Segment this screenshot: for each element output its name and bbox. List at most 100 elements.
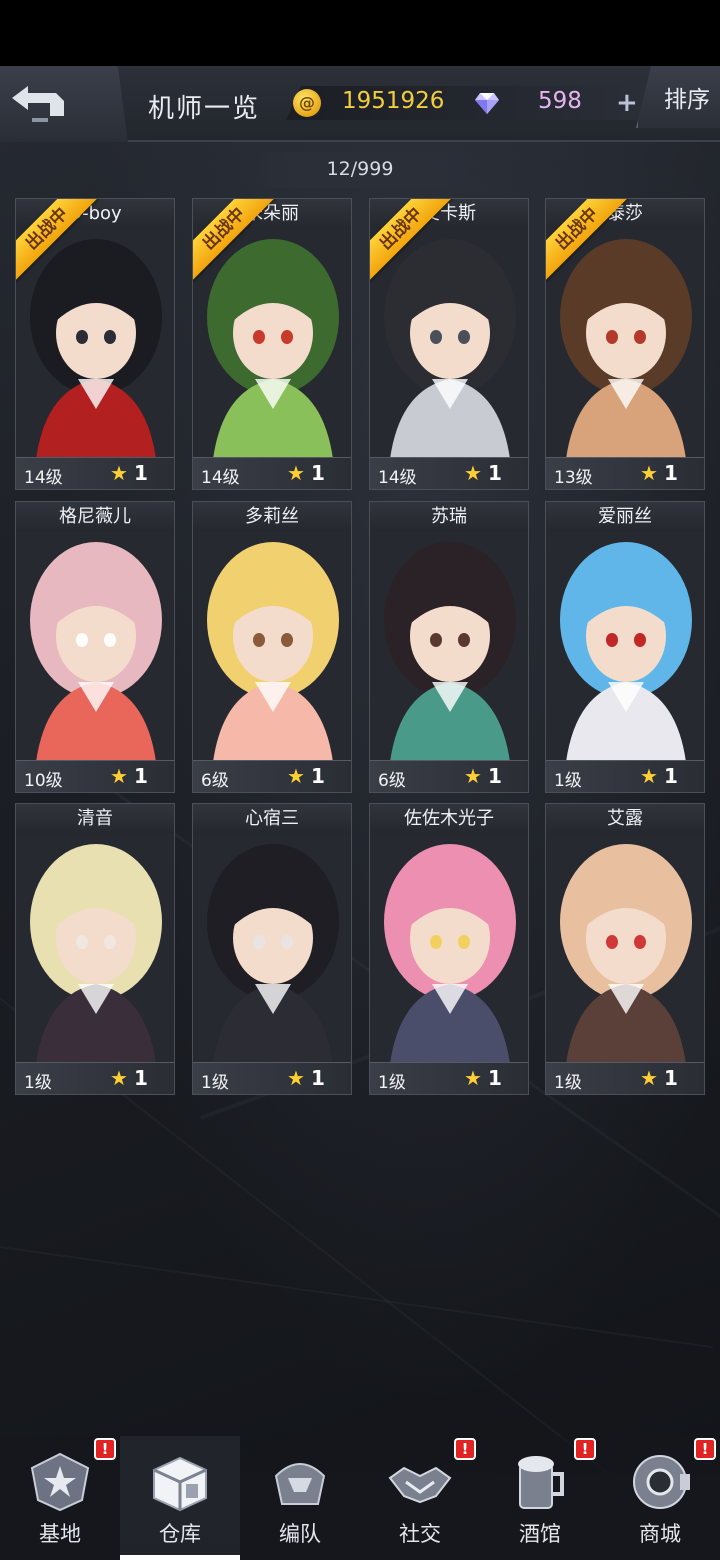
star-icon: ★ bbox=[464, 764, 482, 788]
star-icon: ★ bbox=[287, 1066, 305, 1090]
pilot-info-bar: 10级 ★ 1 bbox=[16, 760, 174, 792]
pilot-name: 格尼薇儿 bbox=[16, 502, 174, 532]
pilot-name: 苏瑞 bbox=[370, 502, 528, 532]
pilot-star-count: 1 bbox=[311, 764, 325, 788]
active-indicator bbox=[120, 1555, 240, 1560]
pilot-info-bar: 14级 ★ 1 bbox=[16, 457, 174, 489]
pilot-portrait bbox=[546, 532, 704, 762]
pilot-info-bar: 14级 ★ 1 bbox=[370, 457, 528, 489]
star-icon: ★ bbox=[287, 764, 305, 788]
pilot-card[interactable]: 爱丽丝 1级 ★ 1 bbox=[545, 501, 705, 793]
nav-label: 商城 bbox=[639, 1522, 681, 1546]
pilot-portrait bbox=[370, 532, 528, 762]
nav-label: 仓库 bbox=[159, 1522, 201, 1546]
pilot-portrait bbox=[16, 834, 174, 1064]
notification-badge: ! bbox=[94, 1438, 116, 1460]
pilot-level: 10级 bbox=[24, 771, 63, 791]
add-gems-button[interactable]: + bbox=[616, 88, 638, 118]
notification-badge: ! bbox=[574, 1438, 596, 1460]
nav-tavern[interactable]: 酒馆 ! bbox=[480, 1436, 600, 1560]
pilot-star-count: 1 bbox=[311, 1066, 325, 1090]
pilot-card[interactable]: 艾露 1级 ★ 1 bbox=[545, 803, 705, 1095]
pilot-level: 1级 bbox=[378, 1073, 406, 1093]
nav-warehouse[interactable]: 仓库 bbox=[120, 1436, 240, 1560]
warehouse-icon bbox=[146, 1448, 214, 1516]
pilot-star-count: 1 bbox=[311, 461, 325, 485]
pilot-card[interactable]: 苏瑞 6级 ★ 1 bbox=[369, 501, 529, 793]
star-icon: ★ bbox=[640, 764, 658, 788]
pilot-info-bar: 1级 ★ 1 bbox=[16, 1062, 174, 1094]
pilot-card[interactable]: 清音 1级 ★ 1 bbox=[15, 803, 175, 1095]
notification-badge: ! bbox=[694, 1438, 716, 1460]
pilot-star-count: 1 bbox=[134, 461, 148, 485]
pilot-portrait bbox=[193, 229, 351, 459]
pilot-info-bar: 1级 ★ 1 bbox=[546, 760, 704, 792]
page-title: 机师一览 bbox=[148, 94, 261, 124]
pilot-level: 6级 bbox=[378, 771, 406, 791]
pilot-star-count: 1 bbox=[664, 1066, 678, 1090]
handshake-icon bbox=[386, 1448, 454, 1516]
coin-icon: @ bbox=[293, 89, 321, 117]
pilot-level: 1级 bbox=[24, 1073, 52, 1093]
formation-icon bbox=[266, 1448, 334, 1516]
coin-amount: 1951926 bbox=[342, 88, 445, 114]
pilot-name: 爱丽丝 bbox=[546, 502, 704, 532]
pilot-portrait bbox=[370, 834, 528, 1064]
notification-badge: ! bbox=[454, 1438, 476, 1460]
pilot-level: 1级 bbox=[201, 1073, 229, 1093]
pilot-info-bar: 1级 ★ 1 bbox=[370, 1062, 528, 1094]
star-icon: ★ bbox=[464, 461, 482, 485]
star-icon: ★ bbox=[640, 461, 658, 485]
pilot-portrait bbox=[193, 532, 351, 762]
pilot-portrait bbox=[193, 834, 351, 1064]
pilot-name: 心宿三 bbox=[193, 804, 351, 834]
pilot-name: 佐佐木光子 bbox=[370, 804, 528, 834]
nav-label: 基地 bbox=[39, 1522, 81, 1546]
pilot-card[interactable]: 佐佐木光子 1级 ★ 1 bbox=[369, 803, 529, 1095]
nav-label: 酒馆 bbox=[519, 1522, 561, 1546]
pilot-star-count: 1 bbox=[134, 764, 148, 788]
pilot-portrait bbox=[546, 229, 704, 459]
nav-shop[interactable]: 商城 ! bbox=[600, 1436, 720, 1560]
pilot-portrait bbox=[16, 229, 174, 459]
pilot-star-count: 1 bbox=[488, 1066, 502, 1090]
roster-count: 12/999 bbox=[326, 158, 394, 180]
pilot-star-count: 1 bbox=[488, 461, 502, 485]
pilot-level: 14级 bbox=[24, 468, 63, 488]
pilot-card[interactable]: 艾卡斯 14级 ★ 1 出战中 bbox=[369, 198, 529, 490]
star-icon: ★ bbox=[464, 1066, 482, 1090]
nav-handshake[interactable]: 社交 ! bbox=[360, 1436, 480, 1560]
tavern-icon bbox=[506, 1448, 574, 1516]
back-arrow-icon bbox=[12, 86, 64, 122]
gem-amount: 598 bbox=[538, 88, 582, 114]
nav-base[interactable]: 基地 ! bbox=[0, 1436, 120, 1560]
pilot-card[interactable]: D-boy 14级 ★ 1 出战中 bbox=[15, 198, 175, 490]
nav-label: 社交 bbox=[399, 1522, 441, 1546]
back-button[interactable] bbox=[0, 66, 128, 142]
pilot-portrait bbox=[546, 834, 704, 1064]
pilot-portrait bbox=[16, 532, 174, 762]
pilot-card[interactable]: 米朵丽 14级 ★ 1 出战中 bbox=[192, 198, 352, 490]
nav-label: 编队 bbox=[279, 1522, 321, 1546]
pilot-info-bar: 1级 ★ 1 bbox=[193, 1062, 351, 1094]
nav-formation[interactable]: 编队 bbox=[240, 1436, 360, 1560]
pilot-card[interactable]: 心宿三 1级 ★ 1 bbox=[192, 803, 352, 1095]
pilot-level: 14级 bbox=[378, 468, 417, 488]
pilot-level: 1级 bbox=[554, 771, 582, 791]
pilot-card[interactable]: 多莉丝 6级 ★ 1 bbox=[192, 501, 352, 793]
star-icon: ★ bbox=[110, 764, 128, 788]
pilot-portrait bbox=[370, 229, 528, 459]
star-icon: ★ bbox=[640, 1066, 658, 1090]
pilot-card[interactable]: 格尼薇儿 10级 ★ 1 bbox=[15, 501, 175, 793]
pilot-card[interactable]: 泰莎 13级 ★ 1 出战中 bbox=[545, 198, 705, 490]
pilot-info-bar: 6级 ★ 1 bbox=[193, 760, 351, 792]
pilot-level: 6级 bbox=[201, 771, 229, 791]
pilot-info-bar: 13级 ★ 1 bbox=[546, 457, 704, 489]
pilot-star-count: 1 bbox=[664, 764, 678, 788]
pilot-star-count: 1 bbox=[664, 461, 678, 485]
star-icon: ★ bbox=[110, 461, 128, 485]
pilot-name: 艾露 bbox=[546, 804, 704, 834]
star-icon: ★ bbox=[287, 461, 305, 485]
pilot-level: 1级 bbox=[554, 1073, 582, 1093]
pilot-star-count: 1 bbox=[488, 764, 502, 788]
